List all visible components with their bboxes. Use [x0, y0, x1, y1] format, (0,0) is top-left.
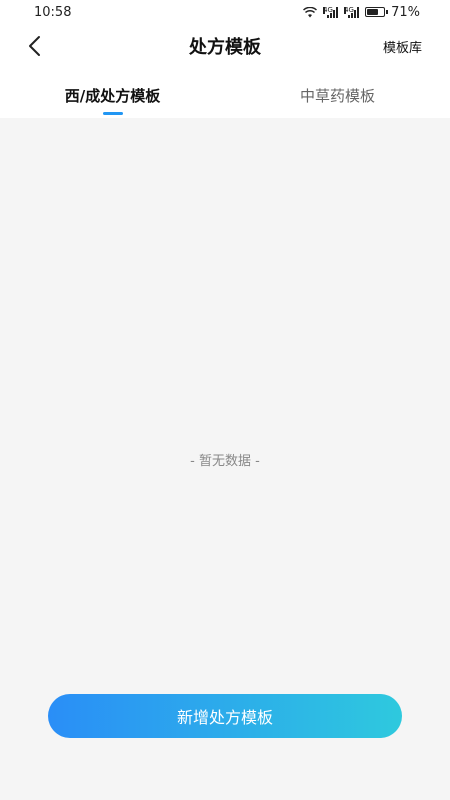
active-tab-indicator — [102, 112, 123, 115]
status-bar: 10:58 4G 4G 71% — [0, 0, 450, 24]
cellular-signal-icon: 4G — [323, 5, 339, 18]
back-button[interactable] — [20, 32, 48, 60]
network-type-1: 4G — [323, 5, 333, 14]
tab-western-prescription[interactable]: 西/成处方模板 — [0, 68, 225, 118]
tab-label: 中草药模板 — [299, 86, 375, 105]
battery-level: 71% — [391, 4, 420, 20]
empty-state-text: - 暂无数据 - — [190, 454, 260, 469]
add-prescription-template-button[interactable]: 新增处方模板 — [48, 694, 402, 738]
page-title: 处方模板 — [189, 37, 261, 58]
header: 处方模板 模板库 — [0, 24, 450, 68]
template-library-link[interactable]: 模板库 — [383, 37, 422, 56]
screen: 10:58 4G 4G 71% 处方模板 模板库 西/成处方模板 中草药模板 -… — [0, 0, 450, 800]
cellular-signal-icon-2: 4G — [344, 5, 360, 18]
tab-herbal-prescription[interactable]: 中草药模板 — [225, 68, 450, 118]
status-time: 10:58 — [34, 4, 72, 20]
status-icons: 4G 4G 71% — [303, 5, 420, 20]
wifi-icon — [303, 6, 318, 17]
battery-icon — [365, 7, 388, 17]
tab-label: 西/成处方模板 — [64, 86, 161, 105]
tab-bar: 西/成处方模板 中草药模板 — [0, 68, 450, 118]
network-type-2: 4G — [344, 5, 354, 14]
chevron-left-icon — [29, 36, 40, 56]
